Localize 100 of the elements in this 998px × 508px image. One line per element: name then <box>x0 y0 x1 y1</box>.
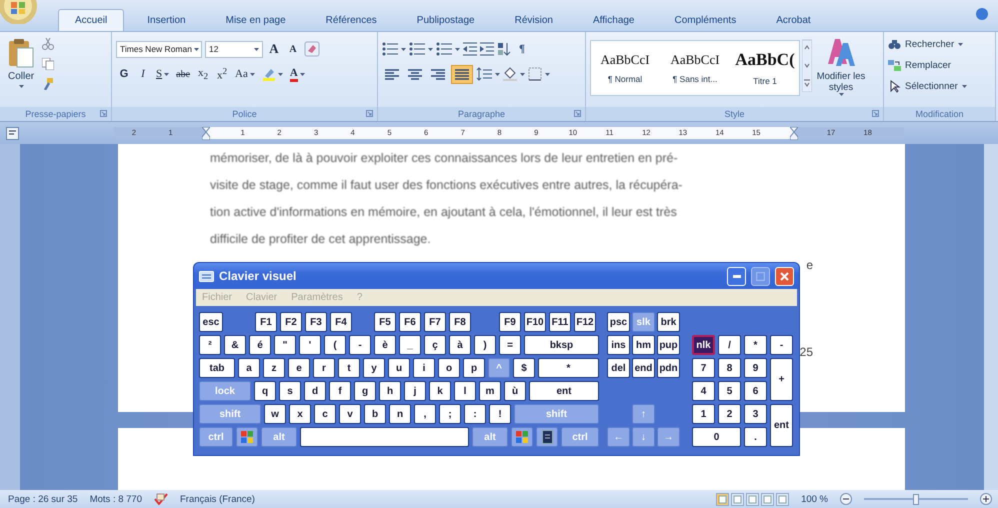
keyboard-key[interactable]: F1 <box>255 312 277 332</box>
keyboard-key[interactable]: 3 <box>744 404 767 424</box>
format-button[interactable]: Aa <box>233 64 257 84</box>
page-count[interactable]: Page : 26 sur 35 <box>8 494 78 504</box>
increase-indent-icon[interactable] <box>480 42 494 56</box>
keyboard-key[interactable]: è <box>374 335 396 355</box>
keyboard-key[interactable]: 5 <box>718 381 741 401</box>
close-button[interactable] <box>775 266 794 286</box>
keyboard-key[interactable]: $ <box>513 358 535 378</box>
keyboard-key[interactable]: " <box>274 335 296 355</box>
indent-marker-icon[interactable] <box>202 126 210 140</box>
keyboard-key[interactable]: ent <box>529 381 599 401</box>
keyboard-key[interactable]: ² <box>199 335 221 355</box>
format-button[interactable]: x$_{2}$ <box>195 64 212 84</box>
ruler-toggle-icon[interactable] <box>6 126 19 140</box>
keyboard-key[interactable]: del <box>607 358 630 378</box>
keyboard-key[interactable]: e <box>288 358 310 378</box>
borders-icon[interactable] <box>528 67 542 81</box>
keyboard-key[interactable]: 0 <box>692 427 741 447</box>
format-button[interactable]: I <box>135 64 151 84</box>
caret-icon[interactable] <box>18 85 24 88</box>
keyboard-key[interactable]: F3 <box>305 312 327 332</box>
paste-button[interactable]: Coller <box>4 36 38 107</box>
keyboard-key[interactable]: f <box>329 381 351 401</box>
keyboard-key[interactable]: * <box>538 358 599 378</box>
format-button[interactable]: A <box>288 64 307 84</box>
caret-icon[interactable] <box>194 48 199 50</box>
font-size-field[interactable]: 12 <box>205 40 263 58</box>
keyboard-key[interactable]: F2 <box>280 312 302 332</box>
caret-icon[interactable] <box>300 72 305 76</box>
font-name-field[interactable]: Times New Roman <box>116 40 202 58</box>
ribbon-tab[interactable]: Accueil <box>58 9 124 31</box>
ribbon-tab[interactable]: Insertion <box>130 9 203 31</box>
grow-font-button[interactable]: A <box>266 40 282 58</box>
ribbon-tab[interactable]: Références <box>308 9 394 31</box>
show-marks-button[interactable]: ¶ <box>514 40 530 58</box>
keyboard-key[interactable]: ù <box>504 381 526 401</box>
keyboard-key[interactable]: i <box>413 358 435 378</box>
keyboard-key[interactable]: c <box>314 404 336 424</box>
zoom-level[interactable]: 100 % <box>801 494 828 504</box>
keyboard-key[interactable] <box>511 427 533 447</box>
keyboard-key[interactable]: k <box>429 381 451 401</box>
keyboard-key[interactable]: / <box>718 335 741 355</box>
keyboard-key[interactable]: F8 <box>449 312 471 332</box>
keyboard-key[interactable]: 2 <box>718 404 741 424</box>
keyboard-key[interactable] <box>236 427 258 447</box>
keyboard-key[interactable]: ins <box>607 335 630 355</box>
caret-icon[interactable] <box>495 72 500 76</box>
indent-marker-icon[interactable] <box>790 126 798 140</box>
keyboard-key[interactable]: : <box>464 404 486 424</box>
line-spacing-icon[interactable] <box>476 67 492 81</box>
keyboard-key[interactable]: q <box>254 381 276 401</box>
keyboard-key[interactable]: ) <box>474 335 496 355</box>
format-button[interactable]: G <box>116 64 132 84</box>
modify-styles-button[interactable]: Modifier les styles <box>814 36 868 107</box>
keyboard-key[interactable]: j <box>404 381 426 401</box>
format-button[interactable]: x$^{2}$ <box>214 64 230 84</box>
keyboard-key[interactable]: m <box>479 381 501 401</box>
keyboard-key[interactable]: 8 <box>718 358 741 378</box>
keyboard-key[interactable]: hm <box>632 335 655 355</box>
eraser-icon[interactable] <box>304 41 320 57</box>
keyboard-key[interactable]: end <box>632 358 655 378</box>
keyboard-key[interactable]: brk <box>657 312 680 332</box>
keyboard-key[interactable]: y <box>363 358 385 378</box>
keyboard-key[interactable]: v <box>339 404 361 424</box>
keyboard-key[interactable]: psc <box>607 312 630 332</box>
vertical-scrollbar[interactable] <box>984 144 998 490</box>
ribbon-tab[interactable]: Mise en page <box>208 9 303 31</box>
copy-icon[interactable] <box>42 58 54 70</box>
paintbrush-icon[interactable] <box>42 78 54 90</box>
slider-thumb[interactable] <box>913 494 919 504</box>
keyboard-key[interactable]: 1 <box>692 404 715 424</box>
keyboard-key[interactable]: tab <box>199 358 235 378</box>
keyboard-key[interactable]: esc <box>199 312 223 332</box>
keyboard-key[interactable]: w <box>264 404 286 424</box>
keyboard-key[interactable]: , <box>414 404 436 424</box>
keyboard-key[interactable]: + <box>770 358 793 401</box>
keyboard-key[interactable]: 7 <box>692 358 715 378</box>
align-button[interactable] <box>451 64 473 84</box>
keyboard-key[interactable]: 4 <box>692 381 715 401</box>
caret-icon[interactable] <box>962 85 967 88</box>
scissors-icon[interactable] <box>42 38 54 50</box>
keyboard-key[interactable]: n <box>389 404 411 424</box>
decrease-indent-icon[interactable] <box>463 42 477 56</box>
keyboard-key[interactable]: F6 <box>399 312 421 332</box>
style-gallery-item[interactable]: AaBbCcI ¶ Normal <box>591 41 659 95</box>
multilevel-list-icon[interactable] <box>436 42 452 56</box>
keyboard-key[interactable]: ; <box>439 404 461 424</box>
caret-icon[interactable] <box>838 93 844 96</box>
keyboard-key[interactable]: s <box>279 381 301 401</box>
keyboard-key[interactable]: l <box>454 381 476 401</box>
caret-icon[interactable] <box>455 48 460 50</box>
sort-icon[interactable] <box>497 42 511 56</box>
format-button[interactable]: S <box>154 64 172 84</box>
keyboard-key[interactable]: F9 <box>499 312 521 332</box>
numbered-list-icon[interactable] <box>409 42 425 56</box>
style-gallery-item[interactable]: AaBbC( Titre 1 <box>731 41 799 95</box>
keyboard-key[interactable]: F5 <box>374 312 396 332</box>
keyboard-key[interactable]: z <box>263 358 285 378</box>
keyboard-key[interactable]: b <box>364 404 386 424</box>
